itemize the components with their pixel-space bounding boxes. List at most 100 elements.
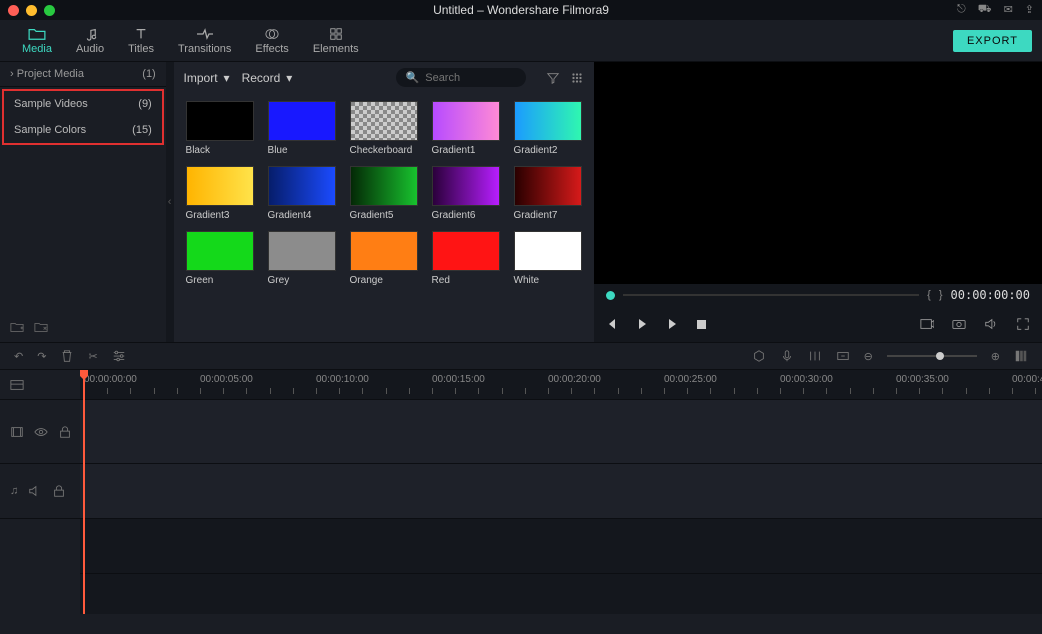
- lock-icon[interactable]: [52, 484, 66, 498]
- tab-effects[interactable]: Effects: [243, 25, 300, 57]
- tab-elements[interactable]: Elements: [301, 25, 371, 57]
- track-manager-icon[interactable]: [10, 378, 24, 392]
- chevron-right-icon: ›: [10, 68, 14, 80]
- swatch-gradient1[interactable]: Gradient1: [432, 101, 500, 156]
- preview-scrubber[interactable]: [623, 294, 920, 296]
- volume-icon[interactable]: [984, 317, 998, 331]
- adjust-button[interactable]: [112, 349, 126, 363]
- window-maximize[interactable]: [44, 5, 55, 16]
- video-preview[interactable]: [594, 62, 1042, 284]
- video-track-header[interactable]: [0, 400, 80, 464]
- swatch-gradient7[interactable]: Gradient7: [514, 166, 582, 221]
- swatch-gradient5[interactable]: Gradient5: [350, 166, 418, 221]
- zoom-in-button[interactable]: ⊕: [991, 350, 1000, 363]
- record-voiceover-icon[interactable]: [780, 349, 794, 363]
- transitions-icon: [196, 27, 214, 41]
- ruler-mark: 00:00:25:00: [664, 374, 717, 385]
- import-dropdown[interactable]: Import ▾: [184, 71, 230, 85]
- swatch-thumb: [186, 101, 254, 141]
- swatch-thumb: [268, 231, 336, 271]
- preview-playhead-knob[interactable]: [606, 291, 615, 300]
- swatch-grey[interactable]: Grey: [268, 231, 336, 286]
- user-icon[interactable]: ⎋: [957, 3, 966, 17]
- window-minimize[interactable]: [26, 5, 37, 16]
- mail-icon[interactable]: ✉: [1004, 3, 1013, 17]
- delete-folder-icon[interactable]: [34, 320, 48, 334]
- swatch-gradient4[interactable]: Gradient4: [268, 166, 336, 221]
- chevron-down-icon: ▾: [286, 71, 292, 85]
- tab-transitions[interactable]: Transitions: [166, 25, 243, 57]
- render-icon[interactable]: [836, 349, 850, 363]
- zoom-fit-button[interactable]: [1014, 349, 1028, 363]
- swatch-black[interactable]: Black: [186, 101, 254, 156]
- snapshot-icon[interactable]: [952, 317, 966, 331]
- next-frame-button[interactable]: [666, 318, 678, 330]
- swatch-thumb: [186, 231, 254, 271]
- swatch-green[interactable]: Green: [186, 231, 254, 286]
- cart-icon[interactable]: ⛟: [978, 3, 992, 17]
- mute-icon[interactable]: [28, 484, 42, 498]
- swatch-orange[interactable]: Orange: [350, 231, 418, 286]
- swatch-label: Gradient2: [514, 145, 582, 156]
- sidebar-item-sample-colors[interactable]: Sample Colors (15): [4, 117, 162, 143]
- audio-track[interactable]: [80, 464, 1042, 519]
- ruler-mark: 00:00:05:00: [200, 374, 253, 385]
- lock-icon[interactable]: [58, 425, 72, 439]
- redo-button[interactable]: ↷: [37, 350, 46, 363]
- mark-in-icon[interactable]: {: [927, 289, 931, 301]
- swatch-red[interactable]: Red: [432, 231, 500, 286]
- split-button[interactable]: ✂: [88, 350, 97, 363]
- zoom-out-button[interactable]: ⊖: [864, 350, 873, 363]
- visibility-icon[interactable]: [34, 425, 48, 439]
- fullscreen-icon[interactable]: [1016, 317, 1030, 331]
- swatch-gradient6[interactable]: Gradient6: [432, 166, 500, 221]
- timeline-playhead[interactable]: [83, 370, 85, 614]
- empty-track[interactable]: [80, 519, 1042, 574]
- tab-media[interactable]: Media: [10, 25, 64, 57]
- quality-icon[interactable]: [920, 317, 934, 331]
- timeline-ruler[interactable]: 00:00:00:0000:00:05:0000:00:10:0000:00:1…: [80, 370, 1042, 400]
- search-input-wrapper[interactable]: 🔍: [396, 68, 526, 87]
- tab-audio[interactable]: Audio: [64, 25, 116, 57]
- stop-button[interactable]: [696, 319, 707, 330]
- prev-frame-button[interactable]: [606, 318, 618, 330]
- swatch-label: Blue: [268, 145, 336, 156]
- swatch-white[interactable]: White: [514, 231, 582, 286]
- mixer-icon[interactable]: [808, 349, 822, 363]
- record-dropdown[interactable]: Record ▾: [242, 71, 293, 85]
- swatch-blue[interactable]: Blue: [268, 101, 336, 156]
- mark-out-icon[interactable]: }: [939, 289, 943, 301]
- swatch-label: Black: [186, 145, 254, 156]
- sidebar-item-sample-videos[interactable]: Sample Videos (9): [4, 91, 162, 117]
- ruler-mark: 00:00:35:00: [896, 374, 949, 385]
- swatch-gradient2[interactable]: Gradient2: [514, 101, 582, 156]
- window-close[interactable]: [8, 5, 19, 16]
- sidebar-header[interactable]: › Project Media (1): [0, 62, 166, 87]
- ruler-mark: 00:00:15:00: [432, 374, 485, 385]
- swatch-thumb: [350, 101, 418, 141]
- ruler-mark: 00:00:20:00: [548, 374, 601, 385]
- swatch-label: Grey: [268, 275, 336, 286]
- search-icon: 🔍: [406, 71, 420, 84]
- play-button[interactable]: [636, 318, 648, 330]
- delete-button[interactable]: [60, 349, 74, 363]
- swatch-gradient3[interactable]: Gradient3: [186, 166, 254, 221]
- filter-icon[interactable]: [546, 71, 560, 85]
- swatch-checkerboard[interactable]: Checkerboard: [350, 101, 418, 156]
- new-folder-icon[interactable]: [10, 320, 24, 334]
- export-button[interactable]: EXPORT: [953, 30, 1032, 52]
- search-input[interactable]: [425, 72, 505, 84]
- panel-resize-handle[interactable]: ‹: [166, 62, 174, 342]
- zoom-slider[interactable]: [887, 355, 977, 357]
- swatch-thumb: [186, 166, 254, 206]
- tab-titles[interactable]: Titles: [116, 25, 166, 57]
- marker-icon[interactable]: [752, 349, 766, 363]
- video-track[interactable]: [80, 400, 1042, 464]
- swatch-label: Gradient6: [432, 210, 500, 221]
- swatch-thumb: [268, 166, 336, 206]
- notification-icon[interactable]: ⇪: [1025, 3, 1034, 17]
- grid-view-icon[interactable]: [570, 71, 584, 85]
- ruler-mark: 00:00:00:00: [84, 374, 137, 385]
- audio-track-header[interactable]: ♫: [0, 464, 80, 519]
- undo-button[interactable]: ↶: [14, 350, 23, 363]
